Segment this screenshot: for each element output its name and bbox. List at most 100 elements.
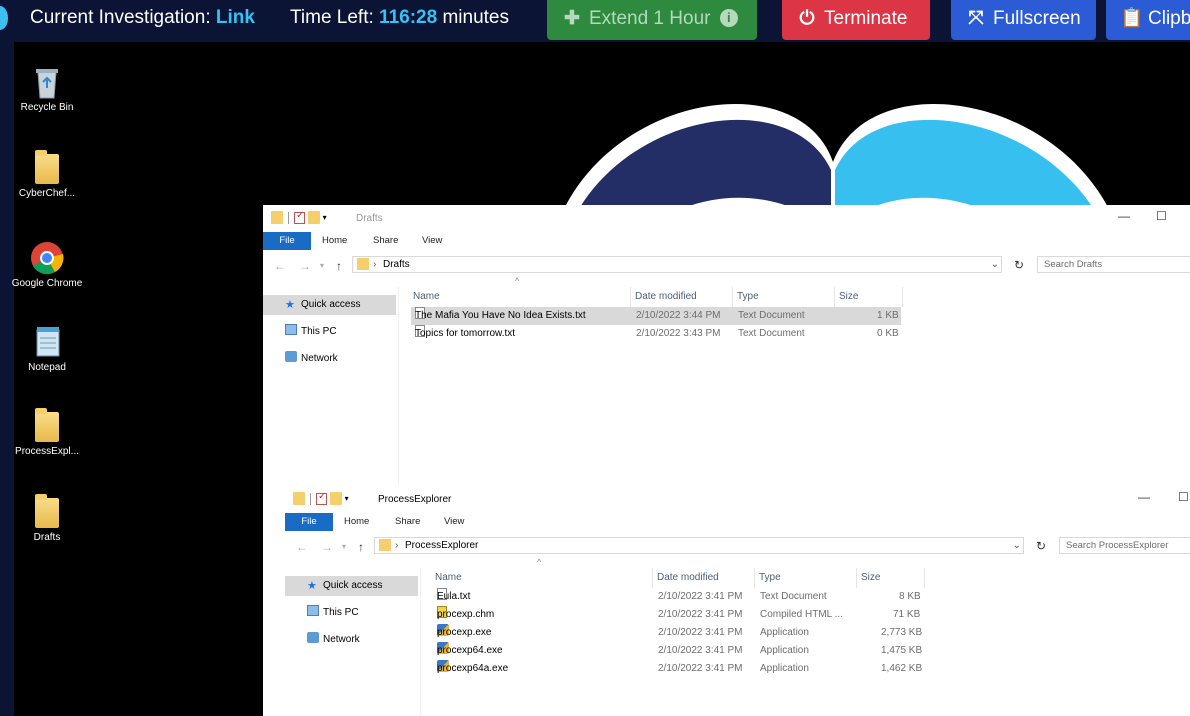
desktop-icon-label: ProcessExpl... [15, 446, 79, 457]
minimize-icon[interactable]: — [1138, 490, 1150, 504]
computer-icon [285, 324, 297, 335]
breadcrumb-chevron-icon: › [395, 540, 399, 551]
file-row[interactable]: Topics for tomorrow.txt 2/10/2022 3:43 P… [411, 325, 901, 343]
search-input[interactable]: Search Drafts [1037, 256, 1190, 273]
file-row[interactable]: procexp.chm 2/10/2022 3:41 PM Compiled H… [433, 606, 923, 624]
tab-home[interactable]: Home [344, 513, 369, 531]
chrome-icon [29, 240, 65, 276]
file-row[interactable]: procexp64a.exe 2/10/2022 3:41 PM Applica… [433, 660, 923, 678]
column-header-date[interactable]: Date modified [631, 287, 733, 307]
recent-locations-icon[interactable]: ▾ [320, 261, 324, 270]
nav-this-pc[interactable]: This PC [285, 322, 395, 342]
file-size: 2,773 KB [881, 627, 923, 638]
tab-share[interactable]: Share [373, 232, 398, 250]
power-icon: ⏻ [799, 8, 815, 29]
file-row[interactable]: The Mafia You Have No Idea Exists.txt 2/… [411, 307, 901, 325]
fullscreen-button[interactable]: ⤧ Fullscreen [951, 0, 1096, 40]
folder-icon [29, 494, 65, 530]
column-header-name[interactable]: Name [409, 287, 631, 307]
recent-locations-icon[interactable]: ▾ [342, 542, 346, 551]
desktop-icon-cyberchef[interactable]: CyberChef... [11, 150, 83, 200]
nav-this-pc[interactable]: This PC [307, 603, 417, 623]
time-left-label: Time Left: [290, 7, 374, 28]
terminate-button[interactable]: ⏻ Terminate [782, 0, 930, 40]
tab-file[interactable]: File [285, 513, 333, 531]
column-header-size[interactable]: Size [835, 287, 903, 307]
nav-quick-access[interactable]: ★ Quick access [285, 576, 418, 596]
maximize-icon[interactable]: ☐ [1178, 490, 1189, 504]
processexplorer-explorer-window: ▾ ProcessExplorer — ☐ File Home Share Vi… [285, 486, 1190, 716]
column-header-type[interactable]: Type [733, 287, 835, 307]
breadcrumb[interactable]: Drafts [383, 257, 410, 272]
nav-network[interactable]: Network [285, 349, 395, 369]
refresh-icon[interactable]: ↻ [1014, 258, 1024, 272]
up-arrow-icon[interactable]: ↑ [358, 540, 364, 554]
refresh-icon[interactable]: ↻ [1036, 539, 1046, 553]
info-icon[interactable]: i [719, 9, 738, 27]
file-name: Eula.txt [437, 591, 471, 602]
folder-icon [271, 211, 283, 224]
ribbon-tabs: File Home Share View [285, 513, 1190, 531]
extend-hour-button[interactable]: ✚ Extend 1 Hour i [547, 0, 757, 40]
clipboard-button[interactable]: 📋 Clipb [1106, 0, 1190, 40]
desktop-icon-chrome[interactable]: Google Chrome [11, 240, 83, 290]
forward-arrow-icon[interactable]: → [321, 540, 333, 554]
navigation-pane: ★ Quick access This PC Network [285, 568, 421, 716]
tab-view[interactable]: View [444, 513, 464, 531]
nav-label: Network [301, 353, 338, 364]
file-row[interactable]: Eula.txt 2/10/2022 3:41 PM Text Document… [433, 588, 923, 606]
tab-file[interactable]: File [263, 232, 311, 250]
address-dropdown-icon[interactable]: ⌄ [1013, 538, 1021, 553]
customize-toolbar-icon[interactable]: ▾ [345, 494, 349, 503]
customize-toolbar-icon[interactable]: ▾ [323, 213, 327, 222]
column-header-type[interactable]: Type [755, 568, 857, 588]
address-dropdown-icon[interactable]: ⌄ [991, 257, 999, 272]
file-date: 2/10/2022 3:41 PM [658, 645, 743, 656]
up-arrow-icon[interactable]: ↑ [336, 259, 342, 273]
file-size: 71 KB [893, 609, 921, 620]
file-date: 2/10/2022 3:44 PM [636, 310, 721, 321]
file-date: 2/10/2022 3:41 PM [658, 663, 743, 674]
maximize-icon[interactable]: ☐ [1156, 209, 1167, 223]
quick-access-toolbar: ▾ [271, 210, 327, 225]
extend-label: Extend 1 Hour [589, 8, 711, 29]
nav-quick-access[interactable]: ★ Quick access [263, 295, 396, 315]
file-size: 1,475 KB [881, 645, 923, 656]
column-header-date[interactable]: Date modified [653, 568, 755, 588]
nav-network[interactable]: Network [307, 630, 417, 650]
file-row[interactable]: procexp.exe 2/10/2022 3:41 PM Applicatio… [433, 624, 923, 642]
window-titlebar[interactable]: ▾ Drafts — ☐ [263, 205, 1190, 231]
tab-view[interactable]: View [422, 232, 442, 250]
address-bar[interactable]: › ProcessExplorer ⌄ [374, 537, 1024, 554]
desktop-icon-label: Drafts [33, 532, 61, 543]
forward-arrow-icon[interactable]: → [299, 259, 311, 273]
new-folder-icon[interactable] [329, 492, 342, 505]
network-icon [285, 351, 297, 362]
file-type: Application [760, 645, 809, 656]
breadcrumb[interactable]: ProcessExplorer [405, 538, 478, 553]
minimize-icon[interactable]: — [1118, 209, 1130, 223]
tab-share[interactable]: Share [395, 513, 420, 531]
file-row[interactable]: procexp64.exe 2/10/2022 3:41 PM Applicat… [433, 642, 923, 660]
search-input[interactable]: Search ProcessExplorer [1059, 537, 1190, 554]
notepad-icon [29, 324, 65, 360]
time-left-value: 116:28 [379, 7, 438, 28]
column-header-name[interactable]: Name [431, 568, 653, 588]
desktop-icon-processexplorer[interactable]: ProcessExpl... [11, 408, 83, 458]
file-name: procexp64a.exe [437, 663, 509, 674]
back-arrow-icon[interactable]: ← [296, 540, 308, 554]
back-arrow-icon[interactable]: ← [274, 259, 286, 273]
file-type: Compiled HTML ... [760, 609, 843, 620]
desktop-icon-recycle-bin[interactable]: Recycle Bin [11, 64, 83, 114]
column-header-size[interactable]: Size [857, 568, 925, 588]
window-titlebar[interactable]: ▾ ProcessExplorer — ☐ [285, 486, 1190, 512]
tab-home[interactable]: Home [322, 232, 347, 250]
properties-icon[interactable] [316, 491, 327, 505]
desktop-icon-notepad[interactable]: Notepad [11, 324, 83, 374]
desktop-icon-drafts[interactable]: Drafts [11, 494, 83, 544]
file-type: Text Document [760, 591, 827, 602]
new-folder-icon[interactable] [307, 211, 320, 224]
address-bar[interactable]: › Drafts ⌄ [352, 256, 1002, 273]
folder-icon [379, 539, 391, 551]
properties-icon[interactable] [294, 210, 305, 224]
